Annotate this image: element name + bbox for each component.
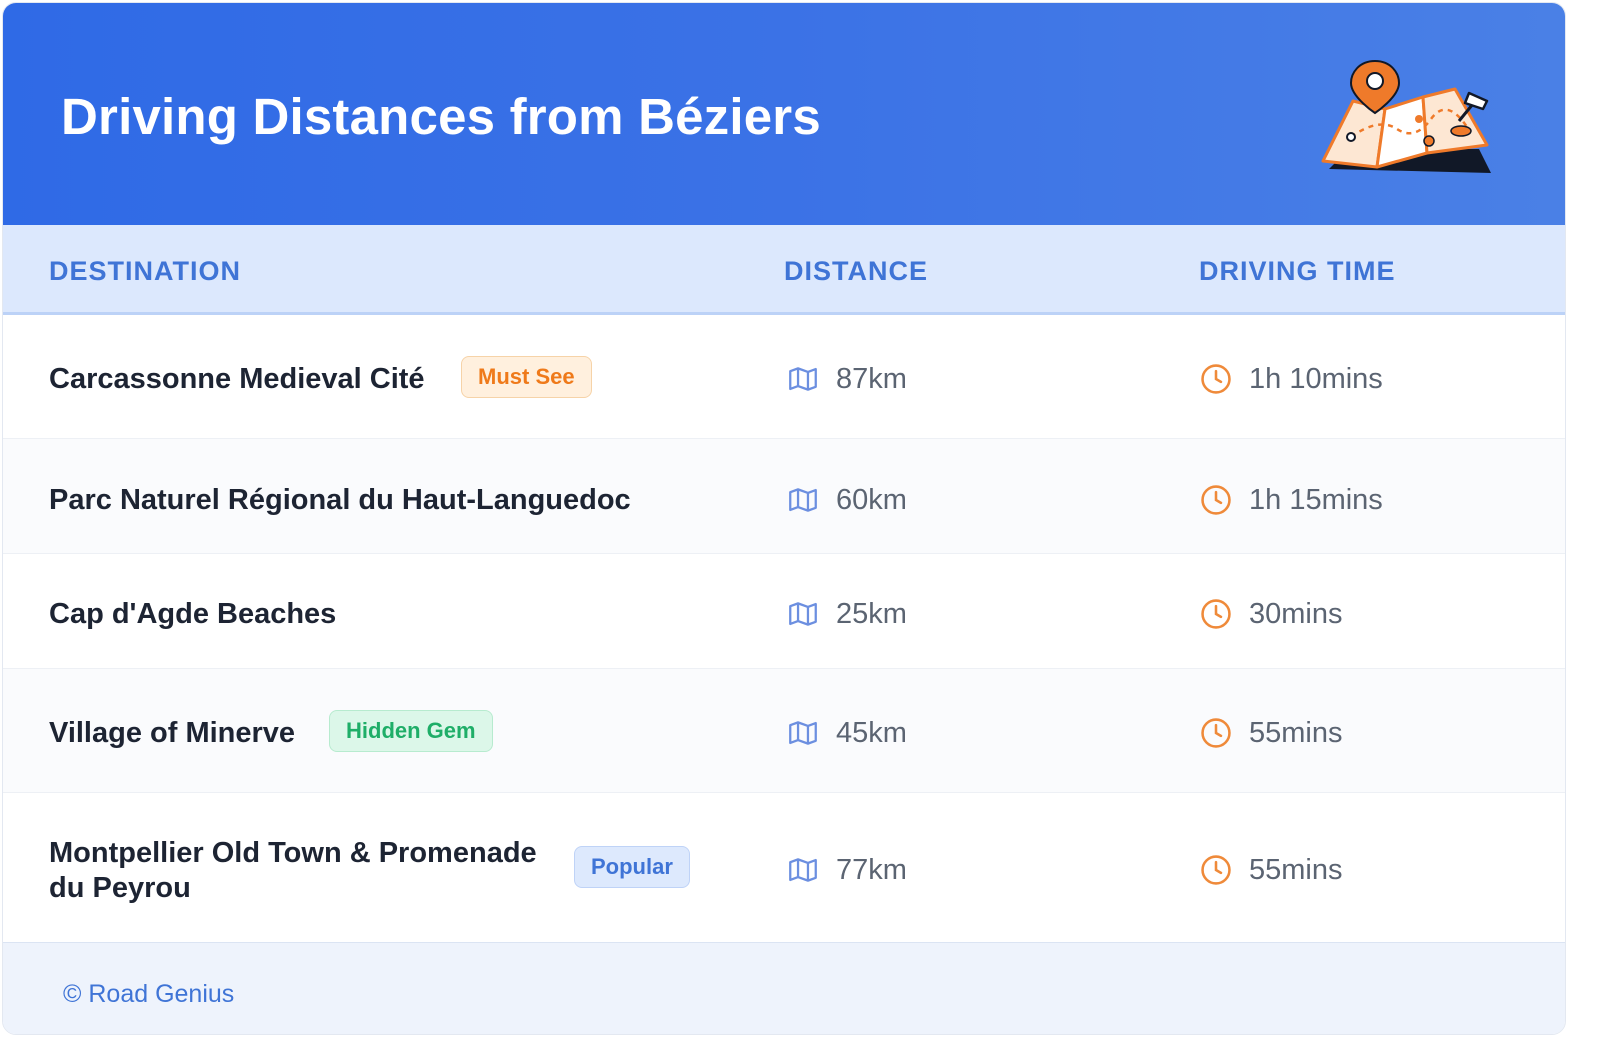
map-icon <box>789 858 817 882</box>
page-title: Driving Distances from Béziers <box>61 88 821 145</box>
table-header: DESTINATION DISTANCE DRIVING TIME <box>3 225 1565 315</box>
badge-must-see: Must See <box>461 356 592 398</box>
destination-name-line-2: du Peyrou <box>49 872 191 904</box>
map-icon <box>789 488 817 512</box>
distance-value: 77km <box>836 854 907 886</box>
distance-cell: 60km <box>786 480 907 520</box>
map-icon <box>789 602 817 626</box>
distance-value: 25km <box>836 598 907 630</box>
time-value: 1h 10mins <box>1249 363 1383 395</box>
column-header-driving-time[interactable]: DRIVING TIME <box>1199 255 1396 287</box>
footer-credit[interactable]: © Road Genius <box>63 979 234 1009</box>
destination-name: Cap d'Agde Beaches <box>49 598 337 630</box>
time-cell: 55mins <box>1199 713 1343 753</box>
time-value: 55mins <box>1249 717 1343 749</box>
map-with-pin-illustration <box>1321 59 1491 173</box>
time-value: 30mins <box>1249 598 1343 630</box>
table-row: Montpellier Old Town & Promenade du Peyr… <box>3 793 1565 942</box>
map-icon <box>789 367 817 391</box>
distance-value: 60km <box>836 484 907 516</box>
column-header-destination[interactable]: DESTINATION <box>49 255 241 287</box>
time-cell: 30mins <box>1199 594 1343 634</box>
clock-icon <box>1201 718 1231 748</box>
time-cell: 1h 15mins <box>1199 480 1383 520</box>
badge-hidden-gem: Hidden Gem <box>329 710 493 752</box>
distance-cell: 87km <box>786 359 907 399</box>
clock-icon <box>1201 364 1231 394</box>
distance-cell: 77km <box>786 850 907 890</box>
footer: © Road Genius <box>3 942 1565 1034</box>
time-cell: 55mins <box>1199 850 1343 890</box>
destination-name: Carcassonne Medieval Cité <box>49 363 425 395</box>
distance-card: Driving Distances from Béziers DESTINATI… <box>2 2 1566 1035</box>
header-banner: Driving Distances from Béziers <box>3 3 1565 225</box>
table-row: Parc Naturel Régional du Haut-Languedoc … <box>3 439 1565 554</box>
table-row: Village of Minerve Hidden Gem 45km 55min… <box>3 669 1565 793</box>
badge-popular: Popular <box>574 846 690 888</box>
time-value: 1h 15mins <box>1249 484 1383 516</box>
clock-icon <box>1201 485 1231 515</box>
destination-name: Village of Minerve <box>49 717 296 749</box>
map-icon <box>789 721 817 745</box>
distance-value: 87km <box>836 363 907 395</box>
table-row: Carcassonne Medieval Cité Must See 87km … <box>3 315 1565 439</box>
table-row: Cap d'Agde Beaches 25km 30mins <box>3 554 1565 669</box>
destination-name: Parc Naturel Régional du Haut-Languedoc <box>49 484 631 516</box>
column-header-distance[interactable]: DISTANCE <box>784 255 928 287</box>
distance-value: 45km <box>836 717 907 749</box>
destination-name-line-1: Montpellier Old Town & Promenade <box>49 837 537 869</box>
clock-icon <box>1201 599 1231 629</box>
time-cell: 1h 10mins <box>1199 359 1383 399</box>
distance-cell: 45km <box>786 713 907 753</box>
distance-cell: 25km <box>786 594 907 634</box>
clock-icon <box>1201 855 1231 885</box>
time-value: 55mins <box>1249 854 1343 886</box>
